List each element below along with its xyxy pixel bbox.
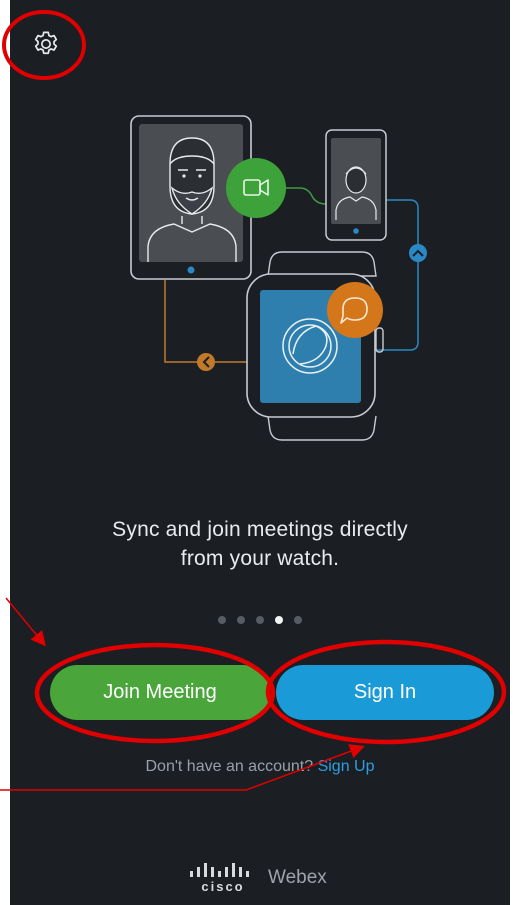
cisco-wordmark: cisco xyxy=(201,878,245,894)
tagline-line: from your watch. xyxy=(180,547,340,570)
connector-line xyxy=(286,187,327,205)
devices-illustration xyxy=(130,115,427,441)
page-indicator[interactable] xyxy=(10,616,510,624)
settings-button[interactable] xyxy=(28,26,64,62)
page-dot[interactable] xyxy=(294,616,302,624)
cisco-logo: cisco xyxy=(188,862,258,894)
phone-device xyxy=(325,129,387,241)
webex-wordmark: Webex xyxy=(268,867,327,888)
chat-bubble-icon xyxy=(327,282,383,338)
cisco-bars-icon xyxy=(190,862,249,877)
sign-in-button[interactable]: Sign In xyxy=(276,665,494,720)
webex-onboarding-screen: Sync and join meetings directly from you… xyxy=(10,0,510,905)
chevron-up-icon xyxy=(409,244,427,262)
page-dot[interactable] xyxy=(237,616,245,624)
page-dot[interactable] xyxy=(218,616,226,624)
join-meeting-button[interactable]: Join Meeting xyxy=(50,665,270,720)
onboarding-tagline: Sync and join meetings directly from you… xyxy=(60,515,460,573)
tagline-line: Sync and join meetings directly xyxy=(112,518,408,541)
video-camera-icon xyxy=(226,158,286,218)
signup-prompt: Don't have an account? Sign Up xyxy=(10,758,510,776)
cisco-webex-logo: cisco Webex xyxy=(188,858,327,898)
page-dot-active[interactable] xyxy=(275,616,283,624)
page-dot[interactable] xyxy=(256,616,264,624)
gear-icon xyxy=(34,31,58,55)
signup-prompt-text: Don't have an account? xyxy=(145,758,314,775)
sign-up-link[interactable]: Sign Up xyxy=(318,758,375,775)
chevron-left-icon xyxy=(197,353,215,371)
smartwatch-device xyxy=(246,251,384,441)
